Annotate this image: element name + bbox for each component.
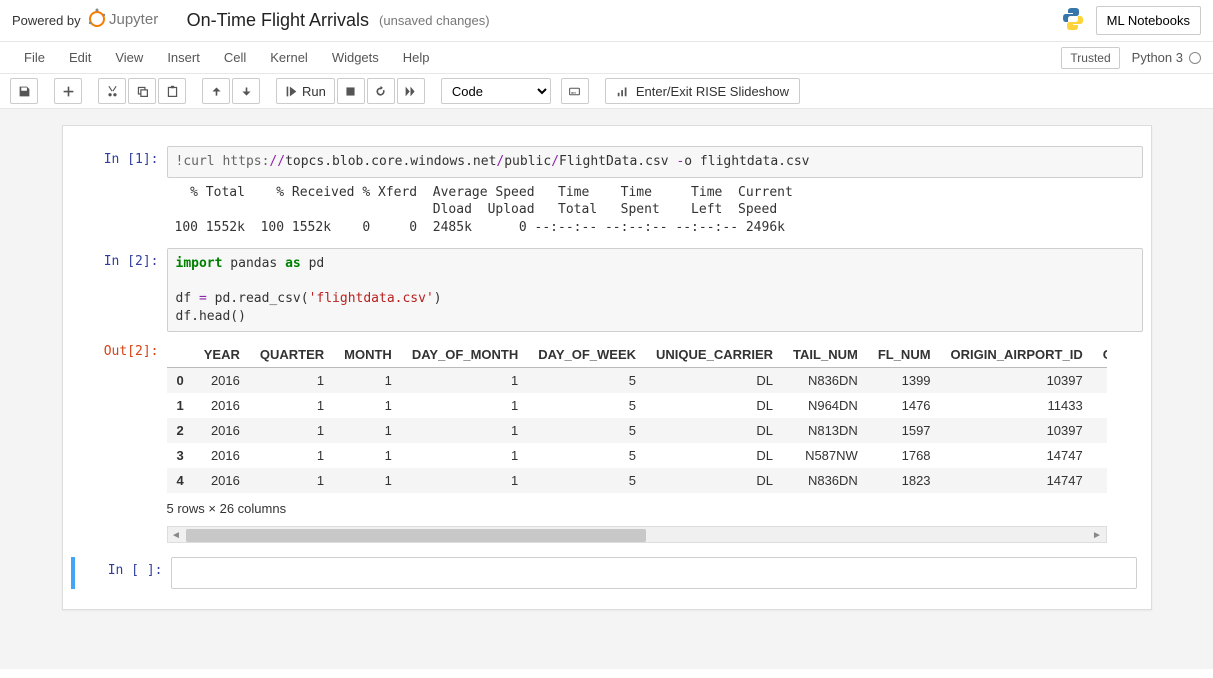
- scroll-right-icon[interactable]: ►: [1091, 529, 1104, 542]
- move-up-button[interactable]: [202, 78, 230, 104]
- cell-output-text: % Total % Received % Xferd Average Speed…: [167, 178, 1143, 243]
- table-header: QUARTER: [250, 342, 334, 368]
- input-prompt: In [1]:: [71, 146, 167, 242]
- menu-insert[interactable]: Insert: [155, 44, 212, 71]
- menu-edit[interactable]: Edit: [57, 44, 103, 71]
- menu-widgets[interactable]: Widgets: [320, 44, 391, 71]
- output-prompt: Out[2]:: [71, 338, 167, 543]
- menubar: File Edit View Insert Cell Kernel Widget…: [0, 42, 1213, 74]
- table-header: YEAR: [194, 342, 250, 368]
- table-header: ORIGIN: [1093, 342, 1107, 368]
- input-prompt: In [ ]:: [75, 557, 171, 589]
- run-label: Run: [302, 84, 326, 99]
- code-cell-2[interactable]: In [2]: import pandas as pd df = pd.read…: [71, 248, 1143, 332]
- dataframe-summary: 5 rows × 26 columns: [167, 493, 1143, 520]
- move-down-button[interactable]: [232, 78, 260, 104]
- code-input[interactable]: !curl https://topcs.blob.core.windows.ne…: [167, 146, 1143, 178]
- notebook-page: In [1]: !curl https://topcs.blob.core.wi…: [62, 125, 1152, 610]
- table-header: FL_NUM: [868, 342, 941, 368]
- scroll-left-icon[interactable]: ◄: [170, 529, 183, 542]
- table-header: MONTH: [334, 342, 402, 368]
- python-logo-icon: [1060, 6, 1086, 35]
- run-button[interactable]: Run: [276, 78, 335, 104]
- kernel-name[interactable]: Python 3: [1132, 50, 1201, 65]
- trusted-indicator[interactable]: Trusted: [1061, 47, 1119, 69]
- rise-label: Enter/Exit RISE Slideshow: [636, 84, 789, 99]
- input-prompt: In [2]:: [71, 248, 167, 332]
- toolbar: Run Code Enter/Exit RISE Slideshow: [0, 74, 1213, 109]
- kernel-name-label: Python 3: [1132, 50, 1183, 65]
- code-cell-1[interactable]: In [1]: !curl https://topcs.blob.core.wi…: [71, 146, 1143, 242]
- output-cell-2: Out[2]: YEARQUARTERMONTHDAY_OF_MONTHDAY_…: [71, 338, 1143, 543]
- table-header: UNIQUE_CARRIER: [646, 342, 783, 368]
- table-header: ORIGIN_AIRPORT_ID: [941, 342, 1093, 368]
- dataframe-table: YEARQUARTERMONTHDAY_OF_MONTHDAY_OF_WEEKU…: [167, 342, 1107, 493]
- rise-slideshow-button[interactable]: Enter/Exit RISE Slideshow: [605, 78, 800, 104]
- table-row: 220161115DLN813DN159710397ATL...: [167, 418, 1107, 443]
- save-button[interactable]: [10, 78, 38, 104]
- menu-view[interactable]: View: [103, 44, 155, 71]
- code-input[interactable]: [171, 557, 1137, 589]
- save-status: (unsaved changes): [379, 13, 490, 28]
- notebook-title[interactable]: On-Time Flight Arrivals: [187, 10, 369, 31]
- table-header: [167, 342, 194, 368]
- restart-button[interactable]: [367, 78, 395, 104]
- table-row: 320161115DLN587NW176814747SEA...: [167, 443, 1107, 468]
- code-cell-3-selected[interactable]: In [ ]:: [71, 557, 1143, 589]
- jupyter-logo[interactable]: Jupyter: [87, 7, 177, 34]
- table-header: DAY_OF_MONTH: [402, 342, 528, 368]
- stop-button[interactable]: [337, 78, 365, 104]
- powered-by-label: Powered by: [12, 13, 81, 28]
- table-header: TAIL_NUM: [783, 342, 868, 368]
- table-header: DAY_OF_WEEK: [528, 342, 646, 368]
- restart-run-all-button[interactable]: [397, 78, 425, 104]
- code-input[interactable]: import pandas as pd df = pd.read_csv('fl…: [167, 248, 1143, 332]
- svg-text:Jupyter: Jupyter: [109, 11, 158, 28]
- copy-button[interactable]: [128, 78, 156, 104]
- cut-button[interactable]: [98, 78, 126, 104]
- paste-button[interactable]: [158, 78, 186, 104]
- table-row: 420161115DLN836DN182314747SEA...: [167, 468, 1107, 493]
- horizontal-scrollbar[interactable]: ◄ ►: [167, 526, 1107, 543]
- dataframe-output: YEARQUARTERMONTHDAY_OF_MONTHDAY_OF_WEEKU…: [167, 338, 1107, 493]
- table-row: 120161115DLN964DN147611433DTW...: [167, 393, 1107, 418]
- notebooks-list-button[interactable]: ML Notebooks: [1096, 6, 1201, 35]
- command-palette-button[interactable]: [561, 78, 589, 104]
- menu-cell[interactable]: Cell: [212, 44, 258, 71]
- menu-help[interactable]: Help: [391, 44, 442, 71]
- table-row: 020161115DLN836DN139910397ATL...: [167, 368, 1107, 394]
- notebook-area: In [1]: !curl https://topcs.blob.core.wi…: [0, 109, 1213, 669]
- celltype-select[interactable]: Code: [441, 78, 551, 104]
- add-cell-button[interactable]: [54, 78, 82, 104]
- kernel-idle-icon: [1189, 52, 1201, 64]
- header: Powered by Jupyter On-Time Flight Arriva…: [0, 0, 1213, 42]
- menu-file[interactable]: File: [12, 44, 57, 71]
- scrollbar-thumb[interactable]: [186, 529, 646, 542]
- menu-kernel[interactable]: Kernel: [258, 44, 320, 71]
